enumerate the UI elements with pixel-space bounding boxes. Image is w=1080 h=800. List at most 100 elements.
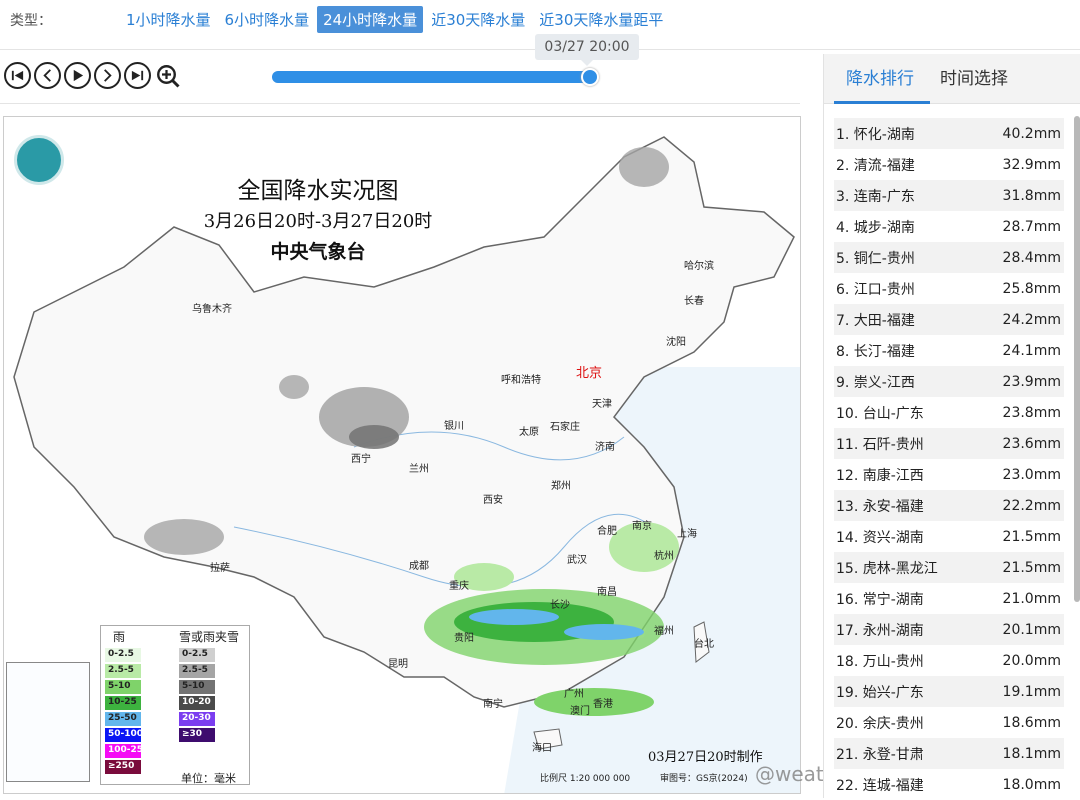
- city-label: 太原: [519, 427, 539, 438]
- ranking-station: 9. 崇义-江西: [836, 374, 915, 391]
- city-label: 上海: [677, 529, 697, 540]
- city-label: 昆明: [388, 659, 408, 670]
- legend-snow-title: 雪或雨夹雪: [179, 630, 240, 644]
- ranking-row[interactable]: 1. 怀化-湖南 40.2mm: [834, 118, 1064, 149]
- city-label: 石家庄: [550, 422, 580, 433]
- tab-time-select[interactable]: 时间选择: [940, 64, 1008, 89]
- ranking-value: 18.6mm: [1002, 714, 1061, 731]
- legend-label: ≥30: [182, 729, 203, 739]
- ranking-row[interactable]: 12. 南康-江西 23.0mm: [834, 459, 1064, 490]
- time-slider[interactable]: [272, 68, 599, 86]
- slider-thumb[interactable]: [581, 68, 599, 86]
- ranking-row[interactable]: 14. 资兴-湖南 21.5mm: [834, 521, 1064, 552]
- ranking-row[interactable]: 3. 连南-广东 31.8mm: [834, 180, 1064, 211]
- ranking-station: 13. 永安-福建: [836, 498, 924, 515]
- ranking-row[interactable]: 13. 永安-福建 22.2mm: [834, 490, 1064, 521]
- ranking-row[interactable]: 22. 连城-福建 18.0mm: [834, 769, 1064, 800]
- city-label: 南京: [632, 521, 652, 532]
- city-label: 银川: [444, 421, 464, 432]
- ranking-value: 24.1mm: [1002, 342, 1061, 359]
- city-label: 南宁: [483, 699, 503, 710]
- slider-fill: [272, 71, 590, 83]
- prev-frame-button[interactable]: [34, 62, 61, 89]
- ranking-value: 28.7mm: [1002, 218, 1061, 235]
- city-label: 济南: [595, 442, 615, 453]
- city-label: 成都: [409, 561, 429, 572]
- legend-label: 5-10: [182, 681, 205, 691]
- ranking-row[interactable]: 7. 大田-福建 24.2mm: [834, 304, 1064, 335]
- legend-label: 10-25: [108, 697, 137, 707]
- ranking-row[interactable]: 17. 永州-湖南 20.1mm: [834, 614, 1064, 645]
- city-label: 澳门: [570, 706, 590, 717]
- ranking-row[interactable]: 18. 万山-贵州 20.0mm: [834, 645, 1064, 676]
- ranking-row[interactable]: 15. 虎林-黑龙江 21.5mm: [834, 552, 1064, 583]
- player-controls: [4, 62, 181, 89]
- city-label: 天津: [592, 399, 612, 410]
- ranking-station: 7. 大田-福建: [836, 312, 915, 329]
- ranking-list: 1. 怀化-湖南 40.2mm 2. 清流-福建 32.9mm 3. 连南-广东 31.8…: [834, 118, 1064, 800]
- tab-30d-precip[interactable]: 近30天降水量: [425, 6, 531, 33]
- ranking-row[interactable]: 21. 永登-甘肃 18.1mm: [834, 738, 1064, 769]
- ranking-station: 8. 长汀-福建: [836, 343, 915, 360]
- ranking-row[interactable]: 6. 江口-贵州 25.8mm: [834, 273, 1064, 304]
- tab-1h-precip[interactable]: 1小时降水量: [120, 6, 217, 33]
- ranking-station: 10. 台山-广东: [836, 405, 924, 422]
- ranking-row[interactable]: 11. 石阡-贵州 23.6mm: [834, 428, 1064, 459]
- play-button[interactable]: [64, 62, 91, 89]
- ranking-panel: 降水排行 时间选择 1. 怀化-湖南 40.2mm 2. 清流-福建 32.9mm 3.…: [823, 54, 1080, 798]
- ranking-scrollbar[interactable]: [1074, 116, 1080, 602]
- ranking-row[interactable]: 4. 城步-湖南 28.7mm: [834, 211, 1064, 242]
- legend-label: 0-2.5: [108, 649, 134, 659]
- legend-label: ≥250: [108, 761, 135, 771]
- type-label: 类型：: [10, 13, 52, 29]
- ranking-value: 20.1mm: [1002, 621, 1061, 638]
- ranking-value: 18.1mm: [1002, 745, 1061, 762]
- ranking-value: 32.9mm: [1002, 156, 1061, 173]
- ranking-value: 20.0mm: [1002, 652, 1061, 669]
- tab-24h-precip[interactable]: 24小时降水量: [317, 6, 424, 33]
- ranking-station: 5. 铜仁-贵州: [836, 250, 915, 267]
- ranking-value: 23.8mm: [1002, 404, 1061, 421]
- next-frame-button[interactable]: [94, 62, 121, 89]
- tab-6h-precip[interactable]: 6小时降水量: [219, 6, 316, 33]
- ranking-station: 18. 万山-贵州: [836, 653, 924, 670]
- tab-precip-ranking[interactable]: 降水排行: [846, 64, 914, 89]
- ranking-value: 21.5mm: [1002, 559, 1061, 576]
- ranking-row[interactable]: 20. 余庆-贵州 18.6mm: [834, 707, 1064, 738]
- ranking-value: 18.0mm: [1002, 776, 1061, 793]
- city-label: 长春: [684, 296, 704, 307]
- ranking-value: 31.8mm: [1002, 187, 1061, 204]
- tab-30d-anomaly[interactable]: 近30天降水量距平: [533, 6, 669, 33]
- city-label: 台北: [694, 639, 714, 650]
- ranking-value: 23.6mm: [1002, 435, 1061, 452]
- ranking-station: 6. 江口-贵州: [836, 281, 915, 298]
- zoom-button[interactable]: [154, 62, 181, 89]
- map-legend: 雨 雪或雨夹雪 0-2.5 2.5-5 5-10 10-25 25-50 50-100 10…: [100, 625, 250, 785]
- legend-label: 2.5-5: [108, 665, 134, 675]
- city-label: 沈阳: [666, 337, 686, 348]
- ranking-value: 23.9mm: [1002, 373, 1061, 390]
- city-label: 杭州: [654, 551, 674, 562]
- ranking-row[interactable]: 5. 铜仁-贵州 28.4mm: [834, 242, 1064, 273]
- city-label: 哈尔滨: [684, 261, 714, 272]
- city-label: 武汉: [567, 555, 587, 566]
- legend-label: 25-50: [108, 713, 137, 723]
- legend-label: 50-100: [108, 729, 144, 739]
- last-icon: [131, 70, 144, 81]
- ranking-station: 22. 连城-福建: [836, 777, 924, 794]
- legend-label: 20-30: [182, 713, 211, 723]
- city-label: 香港: [593, 699, 613, 710]
- city-label: 长沙: [550, 600, 570, 611]
- type-tabs: 1小时降水量 6小时降水量 24小时降水量 近30天降水量 近30天降水量距平: [120, 6, 671, 33]
- map-period: 3月26日20时-3月27日20时: [203, 211, 433, 232]
- ranking-station: 11. 石阡-贵州: [836, 436, 924, 453]
- ranking-row[interactable]: 2. 清流-福建 32.9mm: [834, 149, 1064, 180]
- city-label: 南昌: [597, 587, 617, 598]
- last-frame-button[interactable]: [124, 62, 151, 89]
- ranking-row[interactable]: 8. 长汀-福建 24.1mm: [834, 335, 1064, 366]
- ranking-row[interactable]: 9. 崇义-江西 23.9mm: [834, 366, 1064, 397]
- ranking-row[interactable]: 16. 常宁-湖南 21.0mm: [834, 583, 1064, 614]
- first-frame-button[interactable]: [4, 62, 31, 89]
- ranking-row[interactable]: 10. 台山-广东 23.8mm: [834, 397, 1064, 428]
- ranking-row[interactable]: 19. 始兴-广东 19.1mm: [834, 676, 1064, 707]
